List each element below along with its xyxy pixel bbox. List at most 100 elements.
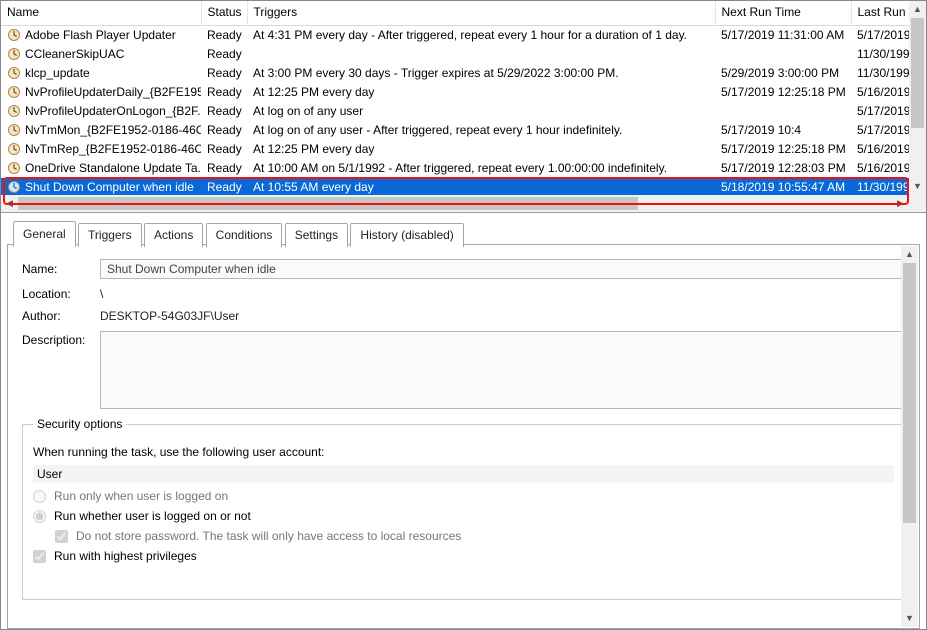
task-status: Ready — [201, 45, 247, 64]
table-row[interactable]: klcp_updateReadyAt 3:00 PM every 30 days… — [1, 64, 909, 83]
task-last-run: 5/17/2019 10: — [851, 26, 909, 45]
table-row[interactable]: OneDrive Standalone Update Ta...ReadyAt … — [1, 159, 909, 178]
task-triggers: At 10:55 AM every day — [247, 178, 715, 196]
location-value: \ — [100, 287, 103, 301]
scroll-down-icon: ▼ — [913, 182, 922, 191]
tab-conditions[interactable]: Conditions — [206, 223, 283, 247]
author-label: Author: — [22, 309, 94, 323]
task-detail-pane: General Triggers Actions Conditions Sett… — [1, 213, 926, 629]
task-last-run: 5/16/2019 12:2 — [851, 83, 909, 102]
task-name: OneDrive Standalone Update Ta... — [25, 161, 201, 175]
task-last-run: 11/30/1999 1 — [851, 178, 909, 196]
column-header-triggers[interactable]: Triggers — [247, 1, 715, 26]
tab-actions[interactable]: Actions — [144, 223, 203, 247]
task-status: Ready — [201, 140, 247, 159]
checkbox-highest-privileges[interactable] — [33, 550, 46, 563]
tab-history[interactable]: History (disabled) — [350, 223, 463, 247]
column-header-row: Name Status Triggers Next Run Time Last … — [1, 1, 909, 26]
column-header-status[interactable]: Status — [201, 1, 247, 26]
task-status: Ready — [201, 26, 247, 45]
task-next-run: 5/17/2019 12:25:18 PM — [715, 83, 851, 102]
task-next-run: 5/17/2019 12:25:18 PM — [715, 140, 851, 159]
task-status: Ready — [201, 121, 247, 140]
tab-general[interactable]: General — [13, 221, 76, 247]
detail-vertical-scrollbar[interactable]: ▲ ▼ — [901, 246, 918, 627]
task-triggers: At 4:31 PM every day - After triggered, … — [247, 26, 715, 45]
tab-settings[interactable]: Settings — [285, 223, 348, 247]
task-status: Ready — [201, 159, 247, 178]
task-name: Shut Down Computer when idle — [25, 180, 194, 194]
task-triggers: At 3:00 PM every 30 days - Trigger expir… — [247, 64, 715, 83]
radio-run-logged-on-label: Run only when user is logged on — [54, 489, 228, 503]
column-header-next-run[interactable]: Next Run Time — [715, 1, 851, 26]
task-name: CCleanerSkipUAC — [25, 47, 124, 61]
clock-icon — [7, 104, 21, 118]
radio-run-logged-off[interactable] — [33, 510, 46, 523]
column-header-name[interactable]: Name — [1, 1, 201, 26]
table-row[interactable]: Shut Down Computer when idle ReadyAt 10:5… — [1, 178, 909, 196]
table-row[interactable]: NvProfileUpdaterDaily_{B2FE195...ReadyAt… — [1, 83, 909, 102]
task-name: Adobe Flash Player Updater — [25, 28, 176, 42]
detail-scroll-down-icon: ▼ — [905, 614, 914, 623]
author-value: DESKTOP-54G03JF\User — [100, 309, 239, 323]
hscroll-thumb[interactable] — [18, 197, 638, 210]
column-header-last-run[interactable]: Last Run Tim — [851, 1, 909, 26]
clock-icon — [7, 28, 21, 42]
checkbox-no-password[interactable] — [55, 530, 68, 543]
vertical-scrollbar[interactable]: ▲ ▼ — [909, 1, 926, 195]
detail-scroll-up-icon: ▲ — [905, 250, 914, 259]
table-row[interactable]: CCleanerSkipUAC Ready 11/30/1999 12 — [1, 45, 909, 64]
security-options-legend: Security options — [33, 417, 126, 431]
task-status: Ready — [201, 178, 247, 196]
radio-run-logged-on[interactable] — [33, 490, 46, 503]
scroll-up-icon: ▲ — [913, 5, 922, 14]
task-triggers — [247, 45, 715, 64]
task-next-run: 5/17/2019 10:4 — [715, 121, 851, 140]
task-next-run: 5/17/2019 11:31:00 AM — [715, 26, 851, 45]
tab-triggers[interactable]: Triggers — [78, 223, 142, 247]
clock-icon — [7, 123, 21, 137]
task-last-run: 11/30/1999 12 — [851, 64, 909, 83]
task-table: Name Status Triggers Next Run Time Last … — [1, 1, 909, 195]
task-triggers: At 10:00 AM on 5/1/1992 - After triggere… — [247, 159, 715, 178]
table-row[interactable]: NvTmMon_{B2FE1952-0186-46C...ReadyAt log… — [1, 121, 909, 140]
detail-scroll-thumb[interactable] — [903, 263, 916, 523]
task-name: NvProfileUpdaterDaily_{B2FE195... — [25, 85, 201, 99]
task-name: NvProfileUpdaterOnLogon_{B2F... — [25, 104, 201, 118]
security-user-value: User — [33, 465, 894, 483]
task-last-run: 5/16/2019 2: — [851, 159, 909, 178]
task-status: Ready — [201, 64, 247, 83]
security-account-prompt: When running the task, use the following… — [33, 445, 325, 459]
clock-icon — [7, 66, 21, 80]
table-row[interactable]: NvTmRep_{B2FE1952-0186-46C3...ReadyAt 12… — [1, 140, 909, 159]
clock-icon — [7, 180, 21, 194]
location-label: Location: — [22, 287, 94, 301]
task-name: NvTmMon_{B2FE1952-0186-46C... — [25, 123, 201, 137]
checkbox-highest-privileges-label: Run with highest privileges — [54, 549, 197, 563]
task-next-run: 5/29/2019 3:00:00 PM — [715, 64, 851, 83]
clock-icon — [7, 161, 21, 175]
scroll-left-icon: ◀ — [6, 199, 13, 208]
clock-icon — [7, 47, 21, 61]
scroll-right-icon: ▶ — [897, 199, 904, 208]
table-row[interactable]: NvProfileUpdaterOnLogon_{B2F...ReadyAt l… — [1, 102, 909, 121]
clock-icon — [7, 142, 21, 156]
task-next-run — [715, 45, 851, 64]
security-options-group: Security options When running the task, … — [22, 417, 905, 600]
radio-run-logged-off-label: Run whether user is logged on or not — [54, 509, 251, 523]
scroll-thumb[interactable] — [911, 18, 924, 128]
table-row[interactable]: Adobe Flash Player Updater ReadyAt 4:31 P… — [1, 26, 909, 45]
task-status: Ready — [201, 83, 247, 102]
task-triggers: At log on of any user — [247, 102, 715, 121]
task-last-run: 11/30/1999 12 — [851, 45, 909, 64]
detail-tabbar: General Triggers Actions Conditions Sett… — [7, 221, 920, 245]
horizontal-scrollbar[interactable]: ◀ ▶ — [1, 195, 909, 212]
description-field[interactable] — [100, 331, 905, 409]
task-next-run: 5/18/2019 10:55:47 AM — [715, 178, 851, 196]
task-next-run: 5/17/2019 12:28:03 PM — [715, 159, 851, 178]
tab-general-body: Name: Location: \ Author: DESKTOP-54G03J… — [7, 245, 920, 629]
name-field[interactable] — [100, 259, 905, 279]
task-status: Ready — [201, 102, 247, 121]
task-next-run — [715, 102, 851, 121]
task-triggers: At log on of any user - After triggered,… — [247, 121, 715, 140]
